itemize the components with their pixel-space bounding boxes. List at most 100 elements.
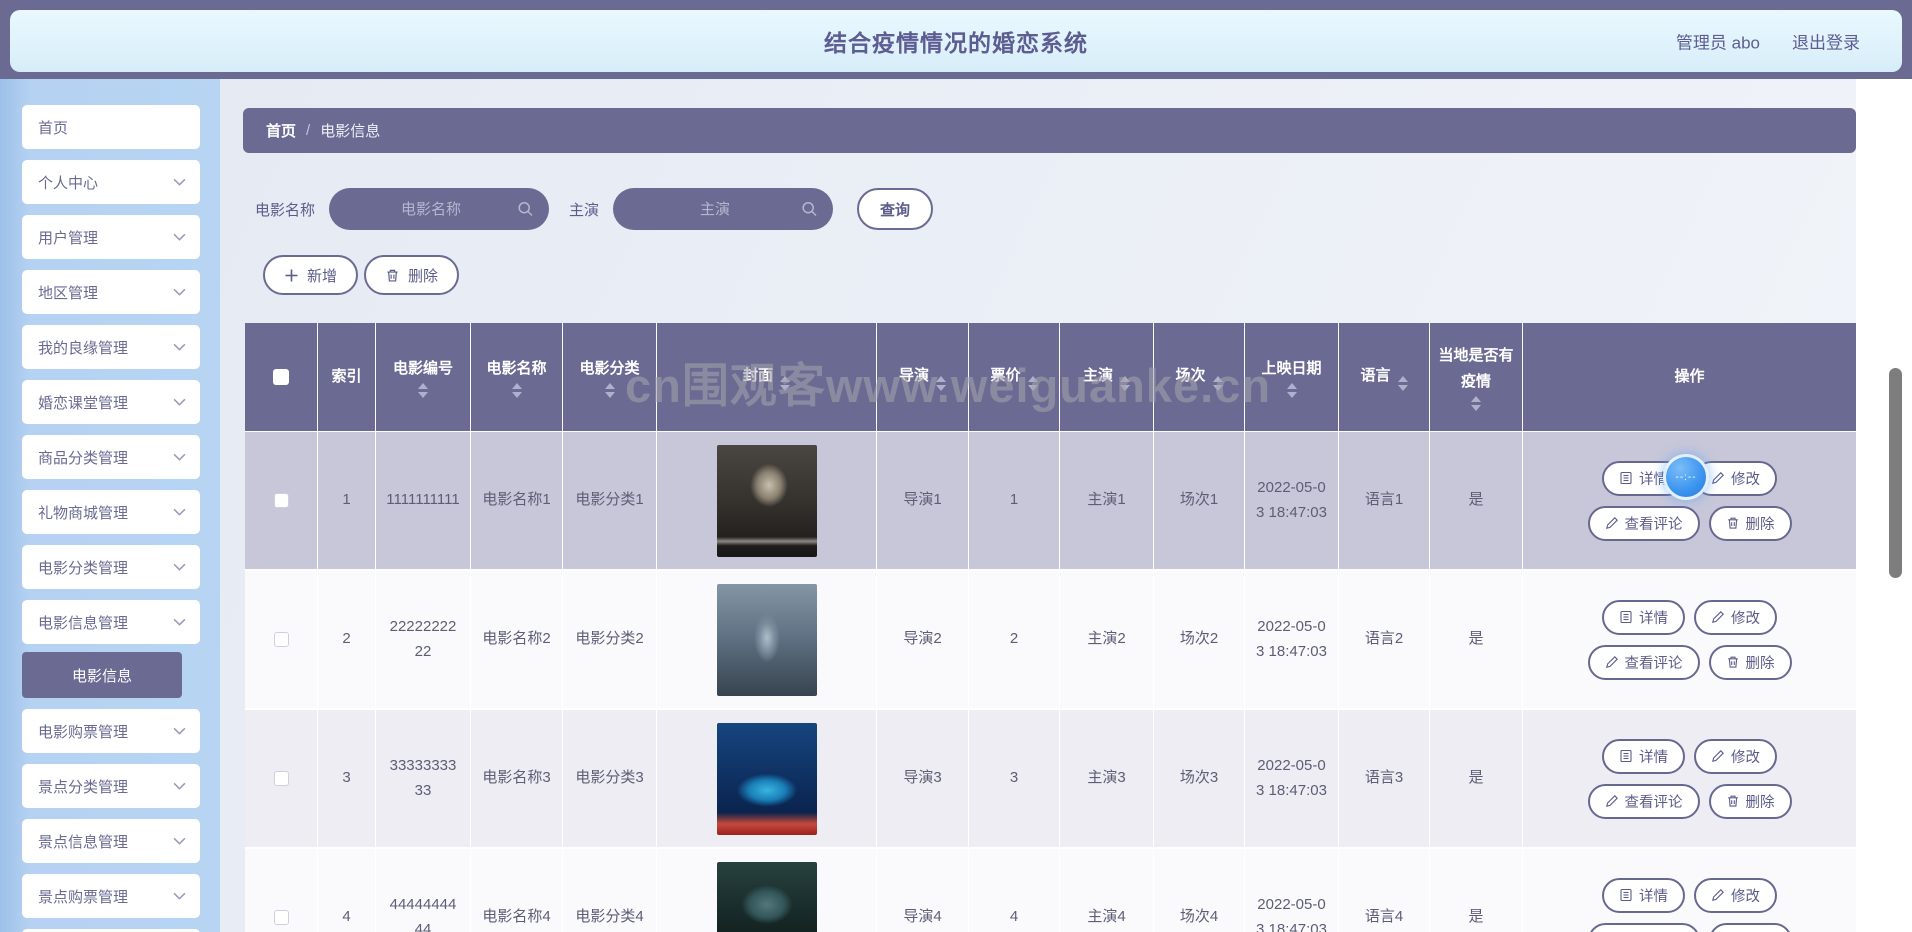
- sidebar-item-label: 景点分类管理: [38, 778, 129, 796]
- edit-button[interactable]: 修改: [1694, 599, 1777, 635]
- cell-epidemic: 是: [1430, 432, 1523, 571]
- chevron-down-icon: [173, 343, 186, 351]
- delete-button[interactable]: 删除: [1708, 644, 1792, 680]
- col-header-cover[interactable]: 封面: [657, 323, 877, 432]
- sidebar-item-movie-info-mgmt[interactable]: 电影信息管理: [22, 600, 200, 644]
- detail-button[interactable]: 详情: [1602, 877, 1685, 913]
- detail-button[interactable]: 详情: [1602, 738, 1685, 774]
- sidebar-item-gift-mall-mgmt[interactable]: 礼物商城管理: [22, 490, 200, 534]
- cell-movie-category: 电影分类1: [563, 432, 657, 571]
- sort-carets-icon: [604, 383, 615, 399]
- cell-session: 场次2: [1154, 571, 1245, 710]
- sidebar-item-match-mgmt[interactable]: 我的良缘管理: [22, 325, 200, 369]
- cell-index: 1: [318, 432, 376, 571]
- col-label: 主演: [1082, 367, 1113, 384]
- right-gutter: [1856, 79, 1912, 932]
- pencil-icon: [1712, 889, 1724, 901]
- col-header-actor[interactable]: 主演: [1060, 323, 1154, 432]
- sidebar-item-movie-ticket-mgmt[interactable]: 电影购票管理: [22, 709, 200, 753]
- sidebar-subitem-movie-info-active[interactable]: 电影信息: [22, 652, 182, 698]
- col-header-session[interactable]: 场次: [1154, 323, 1245, 432]
- cell-movie-name: 电影名称4: [471, 849, 563, 932]
- view-comments-button[interactable]: 查看评论: [1587, 644, 1700, 680]
- col-header-epidemic[interactable]: 当地是否有疫情: [1430, 323, 1523, 432]
- sidebar-item-marriage-class-mgmt[interactable]: 婚恋课堂管理: [22, 380, 200, 424]
- sidebar-item-label: 我的良缘管理: [38, 339, 129, 357]
- breadcrumb-current: 电影信息: [320, 123, 381, 140]
- sidebar-item-home[interactable]: 首页: [22, 105, 200, 149]
- chevron-down-icon: [173, 837, 186, 845]
- view-comments-button[interactable]: 查看评论: [1587, 505, 1700, 541]
- document-icon: [1620, 888, 1632, 902]
- movie-cover-image[interactable]: [716, 722, 817, 835]
- view-comments-button[interactable]: 查看评论: [1587, 783, 1700, 819]
- sidebar-item-label: 景点信息管理: [38, 833, 129, 851]
- movie-cover-image[interactable]: [716, 583, 817, 696]
- delete-selected-button[interactable]: 删除: [364, 255, 460, 295]
- sidebar-item-movie-category-mgmt[interactable]: 电影分类管理: [22, 545, 200, 589]
- col-header-price[interactable]: 票价: [969, 323, 1060, 432]
- cell-movie-category: 电影分类2: [563, 571, 657, 710]
- sort-carets-icon: [1397, 376, 1408, 391]
- col-header-movie-no[interactable]: 电影编号: [376, 323, 471, 432]
- cell-release-date: 2022-05-03 18:47:03: [1245, 710, 1339, 849]
- movie-cover-image[interactable]: [716, 861, 817, 932]
- cell-director: 导演2: [877, 571, 969, 710]
- cell-epidemic: 是: [1430, 710, 1523, 849]
- col-header-release-date[interactable]: 上映日期: [1245, 323, 1339, 432]
- edit-button[interactable]: 修改: [1694, 877, 1777, 913]
- add-button-label: 新增: [307, 267, 338, 285]
- vertical-scrollbar[interactable]: [1889, 368, 1902, 578]
- cell-session: 场次4: [1154, 849, 1245, 932]
- sidebar-item-product-category-mgmt[interactable]: 商品分类管理: [22, 435, 200, 479]
- row-checkbox[interactable]: [273, 492, 289, 508]
- edit-button-label: 修改: [1731, 610, 1760, 627]
- sort-carets-icon: [1212, 376, 1223, 391]
- logout-link[interactable]: 退出登录: [1792, 29, 1860, 54]
- delete-button[interactable]: 删除: [1708, 922, 1792, 932]
- select-all-checkbox[interactable]: [273, 369, 289, 386]
- cell-movie-no: 2222222222: [376, 571, 471, 710]
- sidebar-item-scenic-info-mgmt[interactable]: 景点信息管理: [22, 819, 200, 863]
- cell-actor: 主演1: [1060, 432, 1154, 571]
- movie-name-label: 电影名称: [255, 201, 316, 219]
- sidebar-item-scenic-ticket-mgmt[interactable]: 景点购票管理: [22, 874, 200, 918]
- query-button[interactable]: 查询: [857, 188, 934, 230]
- row-checkbox[interactable]: [273, 770, 289, 786]
- sidebar-item-scenic-category-mgmt[interactable]: 景点分类管理: [22, 764, 200, 808]
- table-row: 2 2222222222 电影名称2 电影分类2 导演2 2 主演2 场次2 2…: [245, 571, 1856, 710]
- document-icon: [1620, 749, 1632, 763]
- cell-language: 语言4: [1339, 849, 1430, 932]
- cell-movie-no: 4444444444: [376, 849, 471, 932]
- cell-movie-category: 电影分类4: [563, 849, 657, 932]
- cell-session: 场次3: [1154, 710, 1245, 849]
- col-label: 上映日期: [1261, 359, 1322, 377]
- row-checkbox[interactable]: [273, 631, 289, 647]
- top-bar: 结合疫情情况的婚恋系统 管理员 abo 退出登录: [0, 0, 1912, 79]
- edit-button[interactable]: 修改: [1694, 738, 1777, 774]
- delete-button[interactable]: 删除: [1708, 783, 1792, 819]
- sidebar-item-region-mgmt[interactable]: 地区管理: [22, 270, 200, 314]
- chevron-down-icon: [173, 233, 186, 241]
- sidebar-item-user-mgmt[interactable]: 用户管理: [22, 215, 200, 259]
- movie-table: 索引 电影编号 电影名称 电影分类 封面 导演 票价 主演 场次 上映日期 语言…: [245, 323, 1856, 932]
- col-header-language[interactable]: 语言: [1339, 323, 1430, 432]
- col-header-movie-name[interactable]: 电影名称: [471, 323, 563, 432]
- add-button[interactable]: 新增: [263, 255, 359, 295]
- view-comments-button[interactable]: 查看评论: [1587, 922, 1700, 932]
- col-label: 语言: [1360, 367, 1391, 384]
- detail-button[interactable]: 详情: [1602, 599, 1685, 635]
- movie-name-input[interactable]: [329, 188, 550, 230]
- sidebar-item-label: 电影分类管理: [38, 559, 129, 577]
- col-header-movie-category[interactable]: 电影分类: [563, 323, 657, 432]
- actor-input[interactable]: [613, 188, 834, 230]
- sort-carets-icon: [1286, 383, 1297, 399]
- delete-button[interactable]: 删除: [1708, 505, 1792, 541]
- breadcrumb-home-link[interactable]: 首页: [266, 120, 296, 141]
- movie-cover-image[interactable]: [716, 444, 817, 557]
- chevron-down-icon: [173, 892, 186, 900]
- cell-epidemic: 是: [1430, 849, 1523, 932]
- col-header-director[interactable]: 导演: [877, 323, 969, 432]
- row-checkbox[interactable]: [273, 909, 289, 925]
- sidebar-item-personal-center[interactable]: 个人中心: [22, 160, 200, 204]
